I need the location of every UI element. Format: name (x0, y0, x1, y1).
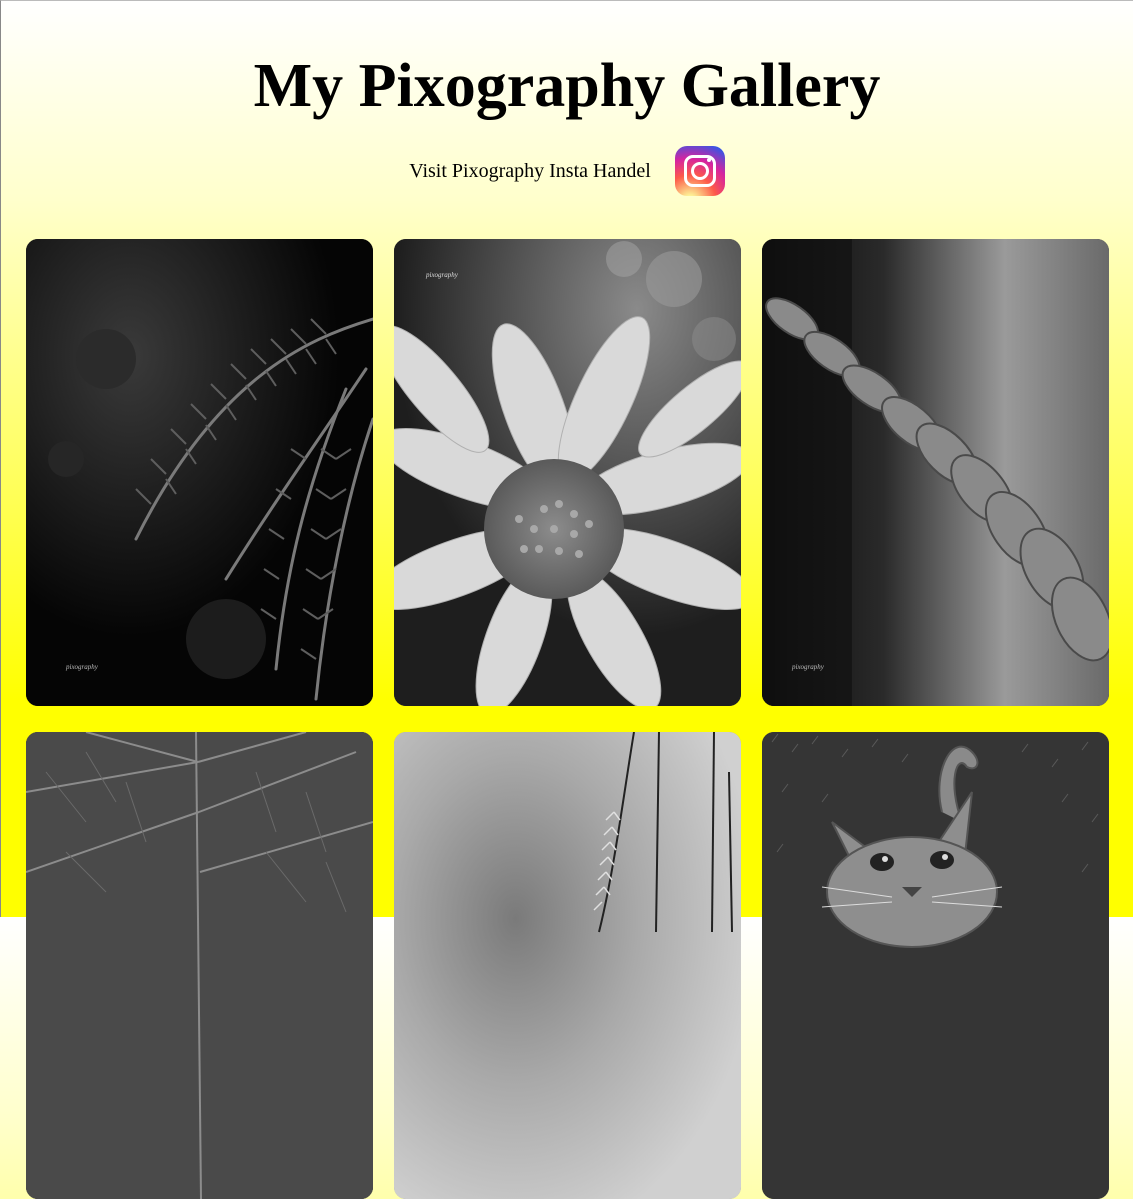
gallery-photo[interactable] (26, 732, 373, 1199)
watermark-text: pixography (791, 663, 825, 671)
page-header: My Pixography Gallery Visit Pixography I… (1, 1, 1133, 197)
cat-image (762, 732, 1109, 1199)
fern-branch-image: pixography (26, 239, 373, 706)
grass-blades-image (394, 732, 741, 1199)
page-title: My Pixography Gallery (253, 52, 881, 120)
insta-link-text[interactable]: Visit Pixography Insta Handel (409, 160, 651, 183)
photo-gallery: pixography pixography pixography (26, 239, 1109, 1199)
gallery-photo[interactable] (762, 732, 1109, 1199)
watermark-text: pixography (425, 271, 459, 279)
leaf-image (26, 732, 373, 1199)
gallery-photo[interactable] (394, 732, 741, 1199)
instagram-icon[interactable] (674, 146, 725, 196)
gallery-photo[interactable]: pixography (26, 239, 373, 706)
rope-image: pixography (762, 239, 1109, 706)
insta-row: Visit Pixography Insta Handel (1, 145, 1133, 197)
daisy-flower-image: pixography (394, 239, 741, 706)
gallery-photo[interactable]: pixography (762, 239, 1109, 706)
watermark-text: pixography (65, 663, 99, 671)
gallery-photo[interactable]: pixography (394, 239, 741, 706)
